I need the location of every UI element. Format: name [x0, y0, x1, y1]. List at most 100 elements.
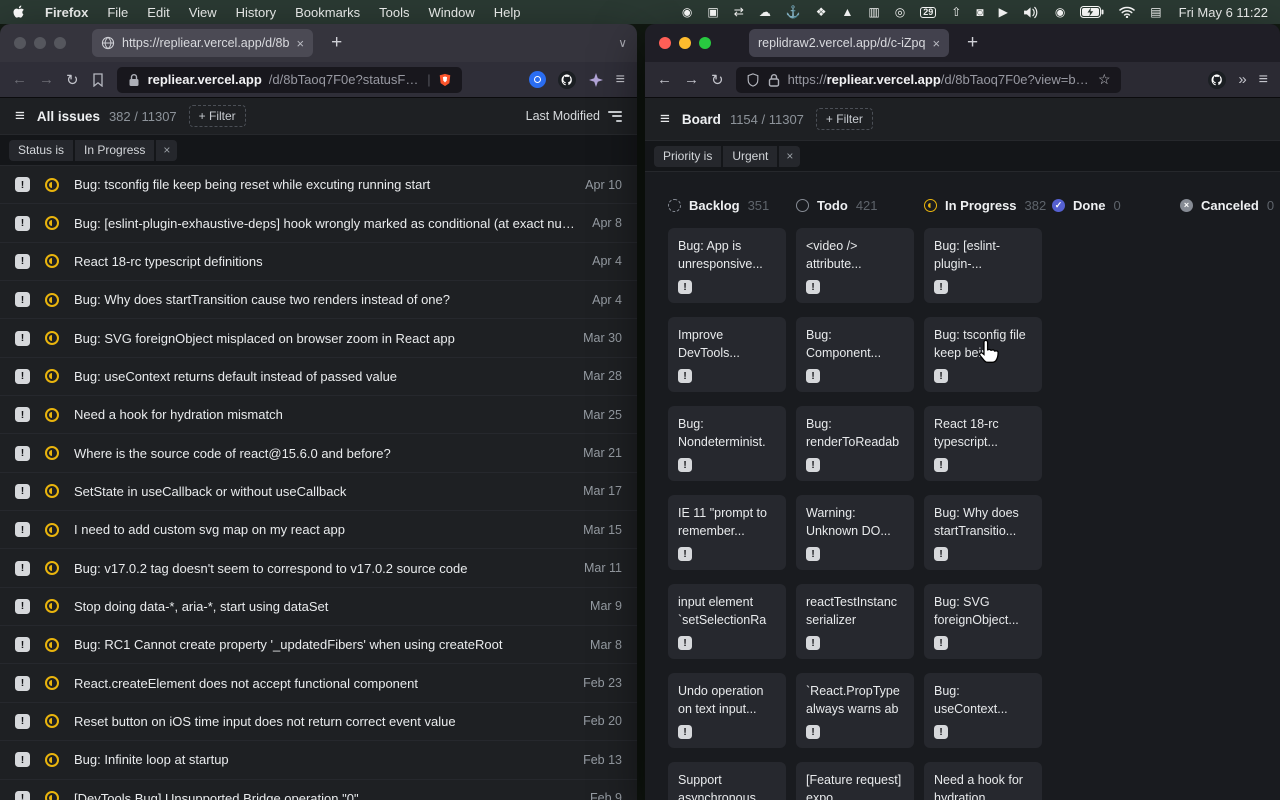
- issue-row[interactable]: ! Bug: tsconfig file keep being reset wh…: [0, 166, 637, 204]
- sidebar-toggle-icon[interactable]: ≡: [15, 106, 25, 126]
- issue-row[interactable]: ! Bug: RC1 Cannot create property '_upda…: [0, 626, 637, 664]
- board-card[interactable]: Bug: [eslint-plugin-... !: [924, 228, 1042, 303]
- board-card[interactable]: Bug: App is unresponsive... !: [668, 228, 786, 303]
- tab-close-icon[interactable]: ×: [296, 36, 304, 51]
- board-card[interactable]: Bug: SVG foreignObject... !: [924, 584, 1042, 659]
- add-filter-button[interactable]: + Filter: [189, 105, 246, 127]
- menubar-item-help[interactable]: Help: [494, 5, 521, 20]
- apple-menu-icon[interactable]: [12, 4, 26, 20]
- tracking-shield-icon[interactable]: [746, 73, 760, 87]
- menubar-item-window[interactable]: Window: [429, 5, 475, 20]
- reload-button[interactable]: ↻: [66, 71, 79, 89]
- zoom-window-button[interactable]: [54, 37, 66, 49]
- issue-row[interactable]: ! [DevTools Bug] Unsupported Bridge oper…: [0, 780, 637, 800]
- issue-row[interactable]: ! React 18-rc typescript definitions Apr…: [0, 243, 637, 281]
- issue-row[interactable]: ! Bug: [eslint-plugin-exhaustive-deps] h…: [0, 204, 637, 242]
- volume-icon[interactable]: [1023, 6, 1040, 19]
- display-split-icon[interactable]: ▥: [868, 6, 879, 18]
- overflow-menu-icon[interactable]: »: [1238, 71, 1246, 88]
- menubar-item-history[interactable]: History: [236, 5, 276, 20]
- board-card[interactable]: React 18-rc typescript... !: [924, 406, 1042, 481]
- menubar-item-bookmarks[interactable]: Bookmarks: [295, 5, 360, 20]
- menubar-item-view[interactable]: View: [189, 5, 217, 20]
- board-card[interactable]: Bug: Why does startTransitio... !: [924, 495, 1042, 570]
- issue-row[interactable]: ! SetState in useCallback or without use…: [0, 473, 637, 511]
- board-card[interactable]: Warning: Unknown DO... !: [796, 495, 914, 570]
- issue-row[interactable]: ! Bug: v17.0.2 tag doesn't seem to corre…: [0, 549, 637, 587]
- close-window-button[interactable]: [14, 37, 26, 49]
- new-tab-button[interactable]: +: [967, 32, 978, 54]
- app-menu-button[interactable]: ≡: [1259, 71, 1268, 89]
- board-card[interactable]: Bug: Component... !: [796, 317, 914, 392]
- sort-control[interactable]: Last Modified: [526, 109, 622, 123]
- calendar-icon[interactable]: 29: [920, 7, 936, 18]
- camera-icon[interactable]: ▣: [707, 6, 718, 18]
- issue-row[interactable]: ! Reset button on iOS time input does no…: [0, 703, 637, 741]
- power-icon[interactable]: ◙: [976, 6, 983, 18]
- extension-star-icon[interactable]: [588, 72, 604, 88]
- issue-row[interactable]: ! Need a hook for hydration mismatch Mar…: [0, 396, 637, 434]
- board-card[interactable]: <video /> attribute... !: [796, 228, 914, 303]
- issue-row[interactable]: ! Bug: SVG foreignObject misplaced on br…: [0, 319, 637, 357]
- vercel-icon[interactable]: ▲: [842, 6, 854, 18]
- filter-field-chip[interactable]: Status is: [9, 140, 73, 161]
- filter-field-chip[interactable]: Priority is: [654, 146, 721, 167]
- app-menu-button[interactable]: ≡: [616, 71, 625, 89]
- password-extension-icon[interactable]: [529, 71, 546, 88]
- sidebar-toggle-icon[interactable]: ≡: [660, 109, 670, 129]
- github-extension-icon[interactable]: [558, 71, 576, 89]
- wifi-icon[interactable]: [1119, 6, 1135, 18]
- menubar-clock[interactable]: Fri May 6 11:22: [1179, 5, 1268, 20]
- menubar-item-file[interactable]: File: [107, 5, 128, 20]
- filter-remove-button[interactable]: ×: [156, 140, 177, 161]
- ship-icon[interactable]: ⚓: [786, 6, 801, 18]
- github-extension-icon[interactable]: [1208, 71, 1226, 89]
- issue-row[interactable]: ! React.createElement does not accept fu…: [0, 664, 637, 702]
- board-card[interactable]: reactTestInstanc serializer !: [796, 584, 914, 659]
- browser-tab[interactable]: replidraw2.vercel.app/d/c-iZpq ×: [749, 29, 949, 57]
- forward-button[interactable]: →: [39, 71, 54, 88]
- tab-close-icon[interactable]: ×: [932, 36, 940, 51]
- board-card[interactable]: Bug: useContext... !: [924, 673, 1042, 748]
- add-filter-button[interactable]: + Filter: [816, 108, 873, 130]
- board-card[interactable]: input element `setSelectionRa !: [668, 584, 786, 659]
- minimize-window-button[interactable]: [679, 37, 691, 49]
- filter-remove-button[interactable]: ×: [779, 146, 800, 167]
- issue-row[interactable]: ! Stop doing data-*, aria-*, start using…: [0, 588, 637, 626]
- menubar-item-tools[interactable]: Tools: [379, 5, 409, 20]
- screen-mirroring-icon[interactable]: ◉: [1055, 6, 1065, 18]
- browser-tab[interactable]: https://repliear.vercel.app/d/8b ×: [92, 29, 313, 57]
- sync-icon[interactable]: ⇄: [734, 6, 744, 18]
- menubar-item-edit[interactable]: Edit: [147, 5, 169, 20]
- zoom-window-button[interactable]: [699, 37, 711, 49]
- url-bar[interactable]: repliear.vercel.app /d/8bTaoq7F0e?status…: [117, 67, 462, 93]
- issue-row[interactable]: ! I need to add custom svg map on my rea…: [0, 511, 637, 549]
- bookmark-star-icon[interactable]: ☆: [1098, 71, 1111, 88]
- back-button[interactable]: ←: [657, 71, 672, 88]
- brave-shield-icon[interactable]: [438, 73, 452, 87]
- board-card[interactable]: `React.PropType always warns ab !: [796, 673, 914, 748]
- issue-row[interactable]: ! Bug: useContext returns default instea…: [0, 358, 637, 396]
- issue-row[interactable]: ! Where is the source code of react@15.6…: [0, 434, 637, 472]
- url-bar[interactable]: https:// repliear.vercel.app /d/8bTaoq7F…: [736, 67, 1121, 93]
- board-card[interactable]: Bug: Nondeterminist. !: [668, 406, 786, 481]
- bookmark-flag-icon[interactable]: [91, 73, 105, 87]
- board-card[interactable]: IE 11 "prompt to remember... !: [668, 495, 786, 570]
- menubar-app-name[interactable]: Firefox: [45, 5, 88, 20]
- filter-value-chip[interactable]: Urgent: [723, 146, 777, 167]
- battery-icon[interactable]: [1080, 6, 1104, 18]
- board-card[interactable]: Improve DevTools... !: [668, 317, 786, 392]
- issue-row[interactable]: ! Bug: Why does startTransition cause tw…: [0, 281, 637, 319]
- filter-value-chip[interactable]: In Progress: [75, 140, 154, 161]
- minimize-window-button[interactable]: [34, 37, 46, 49]
- issue-row[interactable]: ! Bug: Infinite loop at startup Feb 13: [0, 741, 637, 779]
- board-card[interactable]: Bug: renderToReadab !: [796, 406, 914, 481]
- play-circle-icon[interactable]: ▶: [999, 6, 1008, 18]
- dropbox-icon[interactable]: ❖: [816, 6, 827, 18]
- upload-icon[interactable]: ⇧: [951, 6, 961, 18]
- record-icon[interactable]: ◉: [682, 6, 692, 18]
- board-card[interactable]: Undo operation on text input... !: [668, 673, 786, 748]
- board-card[interactable]: Need a hook for hydration... !: [924, 762, 1042, 800]
- reload-button[interactable]: ↻: [711, 71, 724, 89]
- board-card[interactable]: Support asynchronous... !: [668, 762, 786, 800]
